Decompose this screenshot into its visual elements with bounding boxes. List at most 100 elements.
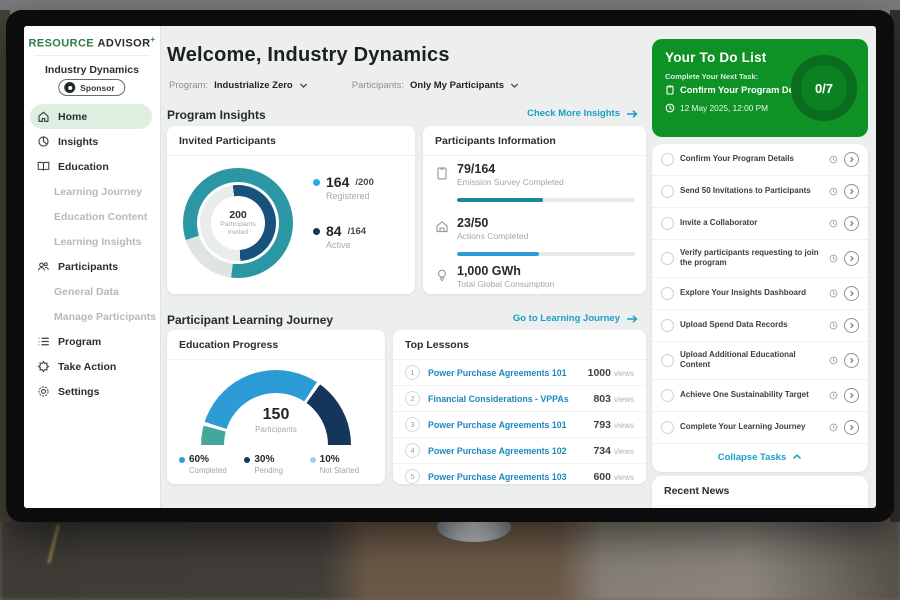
legend-dot-active: [313, 228, 320, 235]
task-checkbox[interactable]: [661, 287, 674, 300]
lesson-row: 3 Power Purchase Agreements 101 793views: [393, 412, 646, 438]
info-row-actions: 23/50 Actions Completed: [435, 216, 635, 241]
sidebar-item-participants[interactable]: Participants: [24, 254, 160, 279]
task-checkbox[interactable]: [661, 252, 674, 265]
rank-badge: 1: [405, 365, 420, 380]
clock-icon: [829, 423, 838, 432]
lesson-row: 5 Power Purchase Agreements 103 600views: [393, 464, 646, 489]
chevron-right-button[interactable]: [844, 216, 859, 231]
participants-information-card: Participants Information 79/164 Emission…: [423, 126, 646, 294]
task-checkbox[interactable]: [661, 217, 674, 230]
sidebar-item-learning-insights[interactable]: Learning Insights: [24, 229, 160, 254]
sidebar-item-learning-journey[interactable]: Learning Journey: [24, 179, 160, 204]
task-row[interactable]: Send 50 Invitations to Participants: [652, 176, 868, 208]
chevron-right-button[interactable]: [844, 251, 859, 266]
clock-icon: [829, 155, 838, 164]
sidebar-item-take-action[interactable]: Take Action: [24, 354, 160, 379]
task-checkbox[interactable]: [661, 421, 674, 434]
lesson-link[interactable]: Financial Considerations - VPPAs: [428, 394, 585, 404]
task-checkbox[interactable]: [661, 153, 674, 166]
lesson-link[interactable]: Power Purchase Agreements 103: [428, 472, 585, 482]
sidebar-item-manage-participants[interactable]: Manage Participants: [24, 304, 160, 329]
task-row[interactable]: Upload Spend Data Records: [652, 310, 868, 342]
education-gauge-chart: 150 Participants: [201, 370, 351, 446]
task-checkbox[interactable]: [661, 185, 674, 198]
rank-badge: 2: [405, 391, 420, 406]
program-dropdown[interactable]: Program: Industrialize Zero: [169, 80, 308, 91]
task-row[interactable]: Explore Your Insights Dashboard: [652, 278, 868, 310]
lesson-row: 1 Power Purchase Agreements 101 1000view…: [393, 360, 646, 386]
chevron-right-button[interactable]: [844, 420, 859, 435]
clipboard-icon: [665, 85, 675, 95]
chevron-right-button[interactable]: [844, 353, 859, 368]
learning-journey-heading: Participant Learning Journey: [167, 313, 333, 327]
check-more-insights-link[interactable]: Check More Insights: [527, 108, 638, 119]
recent-news-card: Recent News: [652, 476, 868, 508]
task-row[interactable]: Complete Your Learning Journey: [652, 412, 868, 444]
legend-dot-registered: [313, 179, 320, 186]
chevron-up-icon: [792, 453, 802, 461]
go-to-learning-journey-link[interactable]: Go to Learning Journey: [513, 313, 638, 324]
chevron-right-button[interactable]: [844, 318, 859, 333]
rank-badge: 5: [405, 469, 420, 484]
organization-name: Industry Dynamics: [24, 64, 160, 76]
sidebar-item-education[interactable]: Education: [24, 154, 160, 179]
task-row[interactable]: Verify participants requesting to join t…: [652, 240, 868, 278]
emission-progress-bar: [457, 198, 635, 202]
rank-badge: 3: [405, 417, 420, 432]
chevron-right-button[interactable]: [844, 286, 859, 301]
task-checkbox[interactable]: [661, 319, 674, 332]
sidebar-item-home[interactable]: Home: [30, 104, 152, 129]
clock-icon: [829, 391, 838, 400]
chevron-right-button[interactable]: [844, 388, 859, 403]
sponsor-badge[interactable]: Sponsor: [58, 79, 125, 96]
lesson-link[interactable]: Power Purchase Agreements 101: [428, 368, 580, 378]
donut-gap: 200 Participants Invited: [197, 182, 279, 264]
clock-icon: [829, 356, 838, 365]
divider: [34, 55, 150, 56]
sidebar-item-education-content[interactable]: Education Content: [24, 204, 160, 229]
participants-icon: [37, 260, 50, 273]
chevron-down-icon: [299, 81, 308, 90]
task-row[interactable]: Invite a Collaborator: [652, 208, 868, 240]
education-progress-card: Education Progress 150 Participants 60% …: [167, 330, 385, 484]
legend-dot-pending: [244, 457, 250, 463]
sidebar-item-general-data[interactable]: General Data: [24, 279, 160, 304]
task-checkbox[interactable]: [661, 354, 674, 367]
task-row[interactable]: Achieve One Sustainability Target: [652, 380, 868, 412]
gauge-legend: 60% Completed 30% Pending 10% Not Starte…: [179, 454, 375, 475]
lesson-row: 2 Financial Considerations - VPPAs 803vi…: [393, 386, 646, 412]
sidebar: RESOURCE ADVISOR+ Industry Dynamics Spon…: [24, 26, 161, 508]
task-row[interactable]: Confirm Your Program Details: [652, 144, 868, 176]
legend-not-started: 10% Not Started: [310, 454, 375, 475]
participants-dropdown[interactable]: Participants: Only My Participants: [352, 80, 519, 91]
chevron-right-button[interactable]: [844, 152, 859, 167]
info-row-consumption: 1,000 GWh Total Global Consumption: [435, 264, 635, 289]
info-row-emission: 79/164 Emission Survey Completed: [435, 162, 635, 187]
gear-icon: [37, 385, 50, 398]
filters-row: Program: Industrialize Zero Participants…: [169, 80, 519, 91]
clock-icon: [829, 187, 838, 196]
chevron-right-button[interactable]: [844, 184, 859, 199]
lightbulb-icon: [435, 268, 449, 282]
lesson-link[interactable]: Power Purchase Agreements 101: [428, 420, 585, 430]
todo-subtitle: Complete Your Next Task:: [665, 72, 758, 81]
legend-pending: 30% Pending: [244, 454, 309, 475]
donut-legend: 164/200 Registered 84/164 Active: [313, 174, 374, 272]
task-row[interactable]: Upload Additional Educational Content: [652, 342, 868, 380]
sidebar-item-insights[interactable]: Insights: [24, 129, 160, 154]
clock-icon: [829, 321, 838, 330]
gauge-center: 150 Participants: [201, 406, 351, 434]
legend-completed: 60% Completed: [179, 454, 244, 475]
legend-registered: 164/200 Registered: [313, 174, 374, 201]
card-title: Participants Information: [423, 126, 646, 156]
sidebar-item-program[interactable]: Program: [24, 329, 160, 354]
home-icon: [37, 110, 50, 123]
monitor-bezel: RESOURCE ADVISOR+ Industry Dynamics Spon…: [6, 10, 894, 522]
sidebar-item-settings[interactable]: Settings: [24, 379, 160, 404]
actions-progress-bar: [457, 252, 635, 256]
task-checkbox[interactable]: [661, 389, 674, 402]
lesson-link[interactable]: Power Purchase Agreements 102: [428, 446, 585, 456]
collapse-tasks-link[interactable]: Collapse Tasks: [652, 444, 868, 472]
invited-participants-card: Invited Participants 200 Participants In…: [167, 126, 415, 294]
